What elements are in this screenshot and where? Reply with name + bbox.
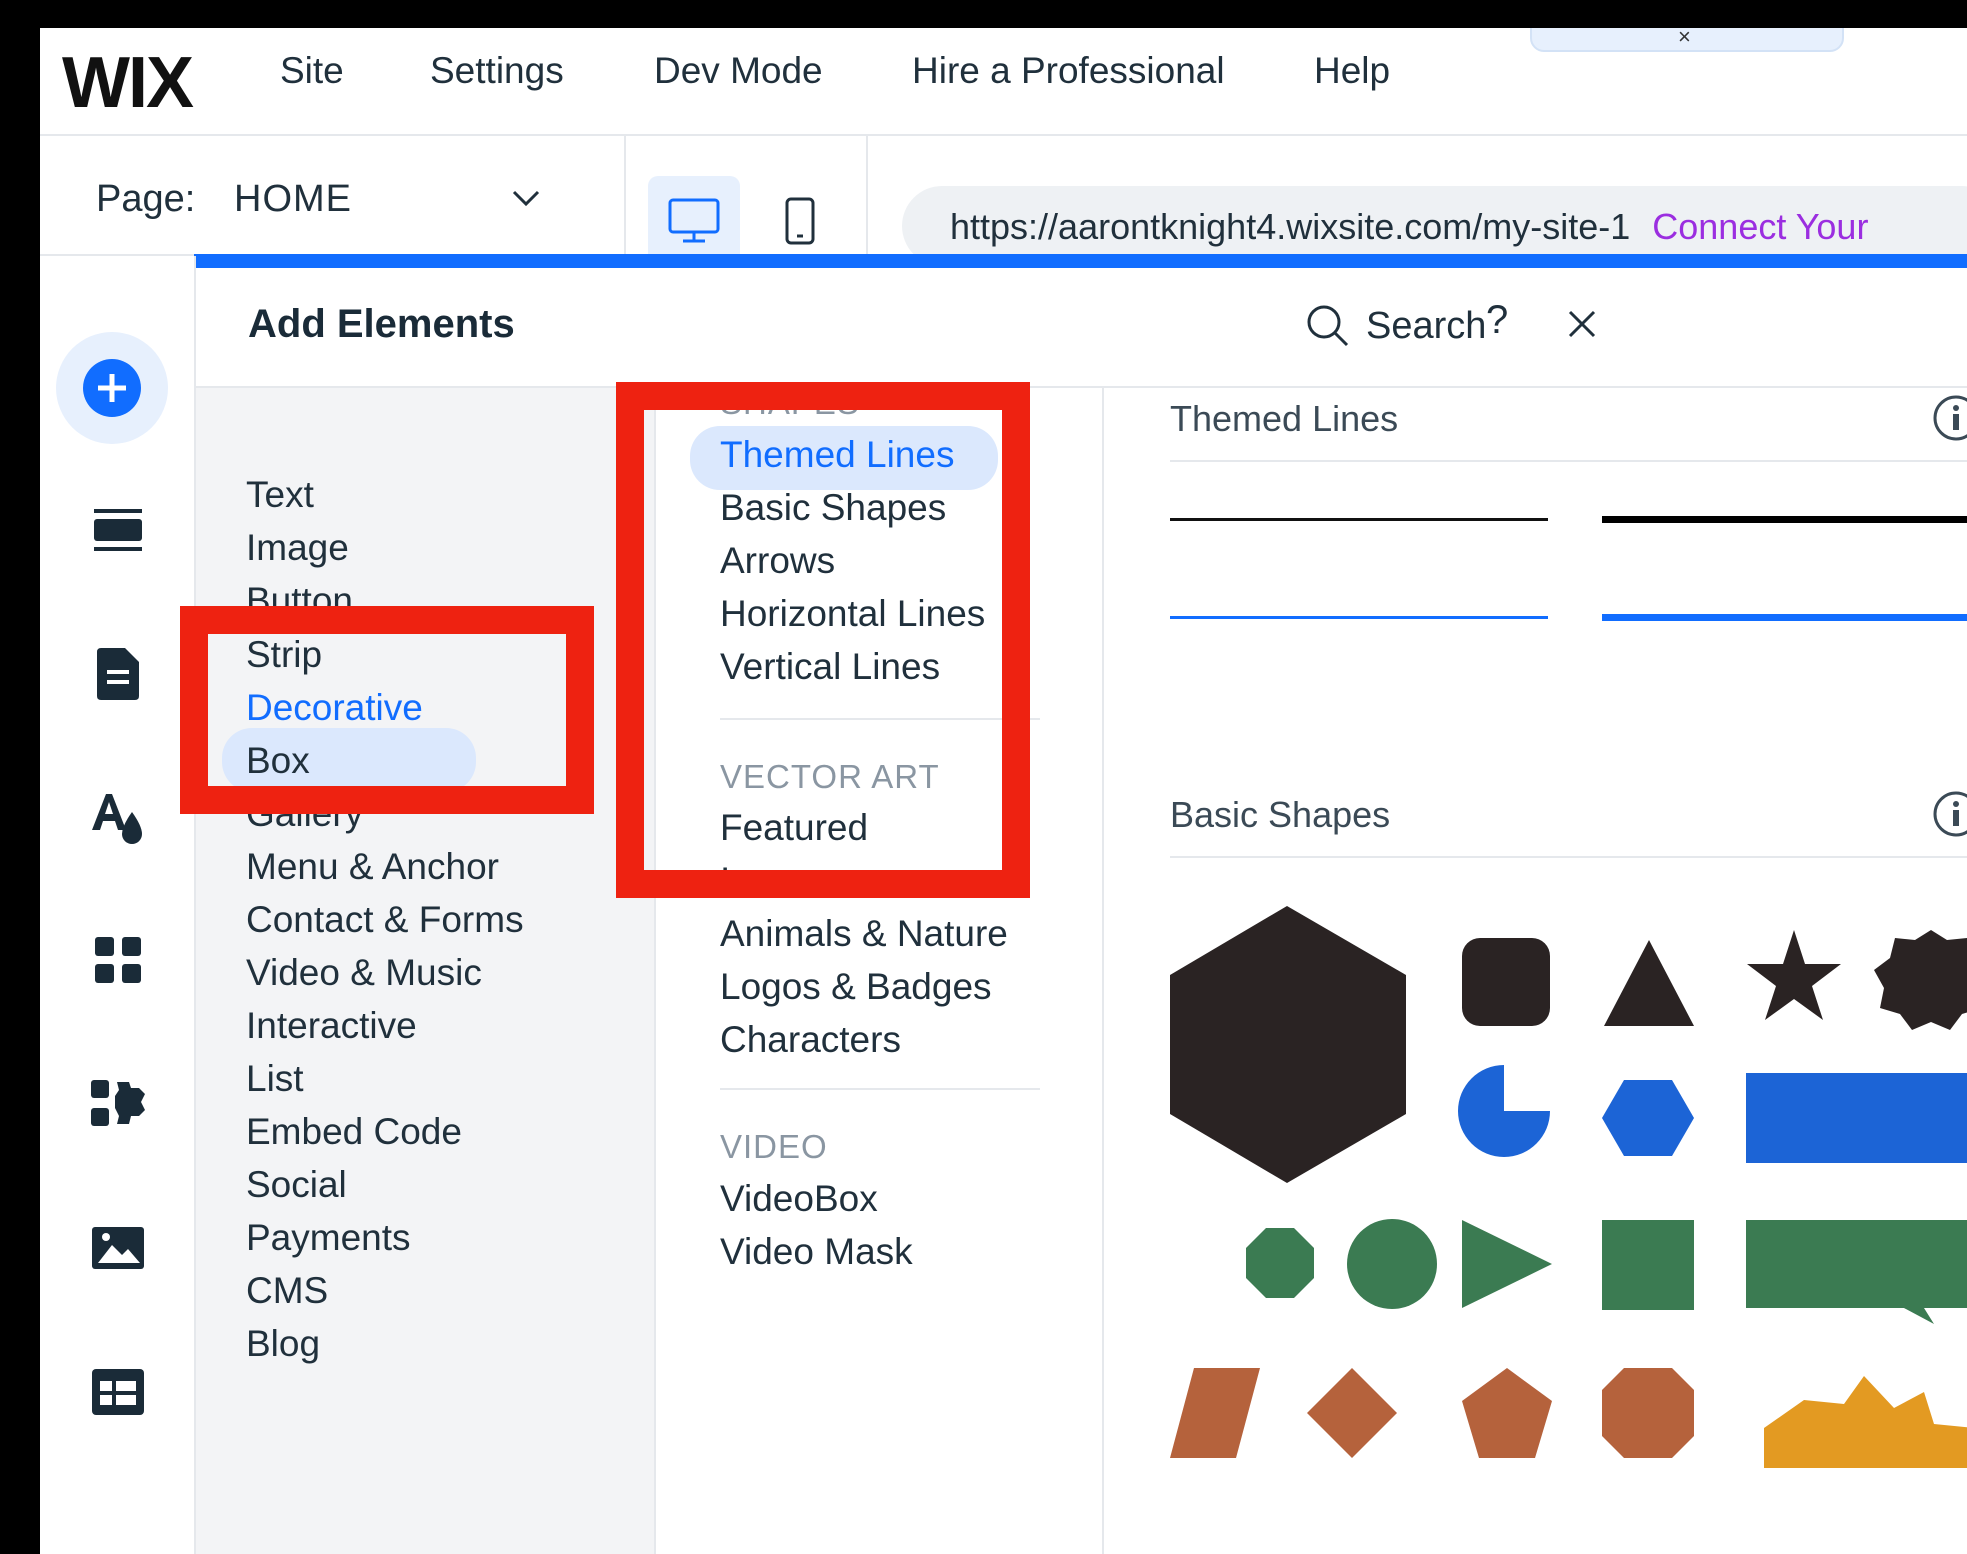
category-list: Text Image Button Strip Decorative Box G… — [196, 388, 656, 1554]
add-elements-button[interactable] — [56, 332, 168, 444]
themed-line-thick-blue[interactable] — [1602, 614, 1967, 621]
add-icon — [83, 359, 141, 417]
themed-line-thin-dark[interactable] — [1170, 518, 1548, 521]
shape-small-hexagon — [1602, 1080, 1694, 1156]
panel-search[interactable]: Search — [1306, 304, 1486, 348]
video-header: VIDEO — [720, 1128, 828, 1165]
divider — [866, 136, 868, 254]
shape-pentagon — [1462, 1368, 1552, 1458]
shape-green-square — [1602, 1220, 1694, 1310]
shape-burst — [1764, 1376, 1967, 1468]
basic-shapes-grid — [1170, 906, 1967, 1468]
sections-button[interactable] — [70, 482, 166, 578]
close-icon[interactable] — [1566, 308, 1598, 340]
category-embed-code[interactable]: Embed Code — [246, 1111, 462, 1153]
pages-icon — [97, 648, 139, 700]
collapse-handle[interactable]: × — [1530, 28, 1844, 52]
shape-triangle — [1604, 940, 1694, 1026]
page-bar: Page: HOME https://aarontknight4.wixsite… — [40, 136, 1967, 266]
themed-lines-title: Themed Lines — [1170, 398, 1399, 439]
category-interactive[interactable]: Interactive — [246, 1005, 417, 1047]
section-divider — [1170, 460, 1967, 462]
wix-logo[interactable]: WIX — [62, 42, 194, 124]
page-label: Page: — [96, 178, 196, 220]
media-icon — [92, 1227, 144, 1269]
category-list[interactable]: List — [246, 1058, 304, 1100]
shape-green-circle — [1347, 1219, 1437, 1309]
panel-title: Add Elements — [248, 302, 515, 346]
category-menu-anchor[interactable]: Menu & Anchor — [246, 846, 499, 888]
category-contact-forms[interactable]: Contact & Forms — [246, 899, 524, 941]
pages-button[interactable] — [70, 626, 166, 722]
search-icon — [1307, 305, 1349, 347]
shape-large-hexagon — [1170, 906, 1406, 1183]
business-apps-button[interactable] — [70, 1056, 166, 1152]
divider — [720, 1088, 1040, 1090]
desktop-view-button[interactable] — [648, 176, 740, 266]
shape-star — [1747, 930, 1841, 1020]
divider — [624, 136, 626, 254]
shape-blue-rectangle — [1746, 1073, 1967, 1163]
shape-octagon — [1246, 1228, 1314, 1298]
site-url[interactable]: https://aarontknight4.wixsite.com/my-sit… — [950, 206, 1630, 247]
section-divider — [1170, 856, 1967, 858]
menu-help[interactable]: Help — [1314, 50, 1390, 92]
menu-site[interactable]: Site — [280, 50, 344, 92]
mobile-icon — [785, 197, 815, 245]
category-blog[interactable]: Blog — [246, 1323, 320, 1365]
info-icon[interactable] — [1932, 394, 1967, 442]
category-social[interactable]: Social — [246, 1164, 347, 1206]
shape-speech-bubble — [1746, 1220, 1967, 1324]
shape-pie — [1458, 1065, 1550, 1157]
category-text[interactable]: Text — [246, 474, 314, 516]
help-button[interactable]: ? — [1486, 298, 1508, 343]
top-menu-bar: WIX Site Settings Dev Mode Hire a Profes… — [40, 28, 1967, 136]
highlight-box-shapes — [616, 382, 1030, 898]
category-payments[interactable]: Payments — [246, 1217, 411, 1259]
connect-domain-link[interactable]: Connect Your — [1652, 206, 1868, 247]
left-toolbar — [40, 256, 196, 1554]
cms-button[interactable] — [70, 1344, 166, 1440]
cms-icon — [92, 1369, 144, 1415]
page-select-value[interactable]: HOME — [234, 178, 352, 221]
shape-diamond — [1307, 1368, 1397, 1458]
subcategory-characters[interactable]: Characters — [720, 1019, 901, 1061]
collapse-handle-glyph: × — [1678, 28, 1691, 49]
apps-button[interactable] — [70, 912, 166, 1008]
shape-play-triangle — [1462, 1220, 1552, 1308]
subcategory-videobox[interactable]: VideoBox — [720, 1178, 878, 1220]
shape-badge — [1874, 930, 1967, 1030]
theme-button[interactable] — [70, 770, 166, 866]
chevron-down-icon[interactable] — [508, 180, 544, 216]
sections-icon — [94, 509, 142, 551]
highlight-box-decorative — [180, 606, 594, 814]
editor-window: WIX Site Settings Dev Mode Hire a Profes… — [40, 28, 1967, 1554]
themed-line-thick-dark[interactable] — [1602, 516, 1967, 523]
apps-icon — [95, 937, 141, 983]
desktop-icon — [668, 198, 720, 243]
subcategory-animals-nature[interactable]: Animals & Nature — [720, 913, 1008, 955]
menu-hire-professional[interactable]: Hire a Professional — [912, 50, 1225, 92]
theme-icon — [92, 794, 142, 844]
basic-shapes-title: Basic Shapes — [1170, 794, 1391, 835]
add-elements-panel-header: Add Elements Search ? — [196, 268, 1967, 388]
category-video-music[interactable]: Video & Music — [246, 952, 482, 994]
shape-parallelogram — [1170, 1368, 1260, 1458]
themed-line-thin-blue[interactable] — [1170, 616, 1548, 619]
mobile-view-button[interactable] — [754, 176, 846, 266]
menu-dev-mode[interactable]: Dev Mode — [654, 50, 823, 92]
top-accent-bar — [194, 254, 1967, 268]
business-apps-icon — [91, 1080, 145, 1126]
menu-settings[interactable]: Settings — [430, 50, 564, 92]
category-image[interactable]: Image — [246, 527, 349, 569]
subcategory-logos-badges[interactable]: Logos & Badges — [720, 966, 992, 1008]
shape-rounded-octagon — [1602, 1368, 1694, 1458]
category-cms[interactable]: CMS — [246, 1270, 328, 1312]
info-icon[interactable] — [1932, 790, 1967, 838]
elements-preview-area: Themed Lines Basic Shapes — [1104, 388, 1967, 1554]
shape-rounded-square — [1462, 938, 1550, 1026]
subcategory-video-mask[interactable]: Video Mask — [720, 1231, 913, 1273]
media-button[interactable] — [70, 1200, 166, 1296]
search-label: Search — [1366, 304, 1487, 347]
